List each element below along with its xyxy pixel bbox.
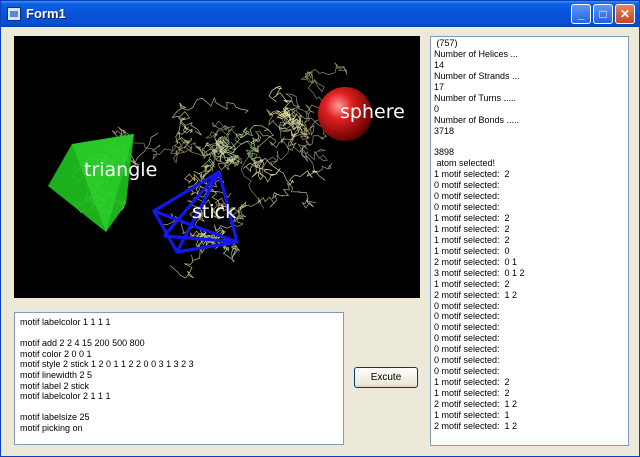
log-line: atom selected! xyxy=(434,158,496,169)
script-line: motif add 2 2 4 15 200 500 800 xyxy=(20,338,145,349)
window-title: Form1 xyxy=(26,6,66,21)
app-icon[interactable] xyxy=(7,7,21,21)
minimize-button[interactable]: _ xyxy=(571,4,591,24)
log-line: 0 motif selected: xyxy=(434,333,500,344)
triangle-label: triangle xyxy=(84,159,158,181)
log-line: 0 motif selected: xyxy=(434,322,500,333)
log-line: 0 motif selected: xyxy=(434,191,500,202)
maximize-button[interactable]: □ xyxy=(593,4,613,24)
log-line: 2 motif selected: 0 1 xyxy=(434,256,518,267)
title-bar[interactable]: Form1 _ □ ✕ xyxy=(1,1,639,27)
stick-label: stick xyxy=(192,201,237,223)
log-line: 3 motif selected: 0 1 2 xyxy=(434,267,525,278)
script-textbox[interactable]: motif labelcolor 1 1 1 1 motif add 2 2 4 … xyxy=(14,312,344,445)
log-line: 0 motif selected: xyxy=(434,355,500,366)
log-line: 3898 xyxy=(434,147,455,158)
form-client-area: sphere triangle stick motif labelcolor 1… xyxy=(4,27,637,455)
close-button[interactable]: ✕ xyxy=(615,4,635,24)
script-line: motif labelsize 25 xyxy=(20,412,90,423)
script-line: motif picking on xyxy=(20,422,83,433)
output-log-textbox[interactable]: (757) Number of Helices ... 14 Number of St… xyxy=(430,36,629,446)
script-line xyxy=(20,402,338,413)
log-line: 0 xyxy=(434,103,440,114)
log-line: 2 motif selected: 1 2 xyxy=(434,420,518,431)
log-line: 1 motif selected: 2 xyxy=(434,169,510,180)
log-line: 0 motif selected: xyxy=(434,180,500,191)
log-line: 1 motif selected: 2 xyxy=(434,278,510,289)
log-line: 0 motif selected: xyxy=(434,366,500,377)
log-line: 1 motif selected: 0 xyxy=(434,245,510,256)
log-line: 1 motif selected: 2 xyxy=(434,234,510,245)
execute-button[interactable]: Excute xyxy=(354,367,418,388)
script-line: motif linewidth 2 5 xyxy=(20,369,93,380)
sphere-label: sphere xyxy=(340,101,405,123)
log-line: Number of Turns ..... xyxy=(434,92,517,103)
log-line: Number of Bonds ..... xyxy=(434,114,520,125)
log-line: 17 xyxy=(434,81,445,92)
molecule-canvas[interactable] xyxy=(14,36,420,298)
script-line xyxy=(20,328,338,339)
log-line: (757) xyxy=(434,38,458,48)
log-line: 1 motif selected: 2 xyxy=(434,388,510,398)
log-line: 0 motif selected: xyxy=(434,311,500,322)
log-line: 0 motif selected: xyxy=(434,300,500,311)
log-line: 0 motif selected: xyxy=(434,344,500,355)
log-line: 1 motif selected: 2 xyxy=(434,223,510,234)
log-line: 2 motif selected: 1 2 xyxy=(434,398,518,409)
molecule-viewer[interactable]: sphere triangle stick xyxy=(14,36,420,298)
app-window: Form1 _ □ ✕ sphere triangle stick motif … xyxy=(0,0,640,457)
script-line: motif style 2 stick 1 2 0 1 1 2 2 0 0 3 … xyxy=(20,359,194,370)
log-line: 14 xyxy=(434,59,445,70)
script-line: motif labelcolor 1 1 1 1 xyxy=(20,317,111,327)
log-line: 0 motif selected: xyxy=(434,202,500,213)
script-line: motif color 2 0 0 1 xyxy=(20,348,92,359)
script-line: motif labelcolor 2 1 1 1 xyxy=(20,391,111,402)
log-line: Number of Helices ... xyxy=(434,48,519,59)
log-line: 1 motif selected: 1 xyxy=(434,409,510,420)
script-line: motif label 2 stick xyxy=(20,380,90,391)
log-line: 3718 xyxy=(434,125,455,136)
log-line: 1 motif selected: 2 xyxy=(434,377,510,388)
log-line: Number of Strands ... xyxy=(434,70,520,81)
log-line: 1 motif selected: 2 xyxy=(434,213,510,223)
log-line: 2 motif selected: 1 2 xyxy=(434,289,518,300)
